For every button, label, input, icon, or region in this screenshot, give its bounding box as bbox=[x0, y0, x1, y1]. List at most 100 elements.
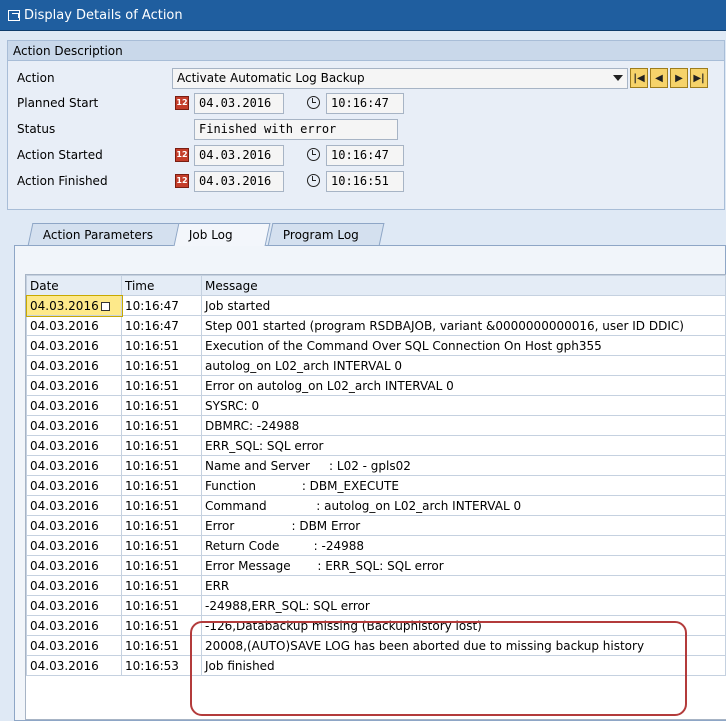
cell-time: 10:16:51 bbox=[121, 535, 202, 556]
cell-date-text: 04.03.2016 bbox=[30, 538, 99, 553]
cell-date: 04.03.2016 bbox=[26, 375, 122, 396]
tab-program-log[interactable]: Program Log bbox=[267, 223, 385, 246]
tab-action-parameters[interactable]: Action Parameters bbox=[27, 223, 181, 246]
cell-message-text: Function : DBM_EXECUTE bbox=[205, 478, 399, 493]
cell-time: 10:16:51 bbox=[121, 555, 202, 576]
cell-time: 10:16:51 bbox=[121, 355, 202, 376]
first-record-button[interactable]: |◀ bbox=[630, 68, 648, 88]
cell-time: 10:16:51 bbox=[121, 455, 202, 476]
table-row[interactable]: 04.03.2016 10:16:51 20008,(AUTO)SAVE LOG h… bbox=[26, 635, 726, 656]
cell-date-text: 04.03.2016 bbox=[30, 458, 99, 473]
table-row[interactable]: 04.03.2016 10:16:51 Return Code : -24988 bbox=[26, 535, 726, 556]
cell-message-text: Command : autolog_on L02_arch INTERVAL 0 bbox=[205, 498, 522, 513]
cell-time-text: 10:16:51 bbox=[125, 358, 179, 373]
cell-time-text: 10:16:53 bbox=[125, 658, 179, 673]
table-row[interactable]: 04.03.2016 10:16:51 Error on autolog_on L0… bbox=[26, 375, 726, 396]
cell-message-text: DBMRC: -24988 bbox=[205, 418, 300, 433]
cell-time-text: 10:16:51 bbox=[125, 378, 179, 393]
cell-date: 04.03.2016 bbox=[26, 335, 122, 356]
cell-date: 04.03.2016 bbox=[26, 595, 122, 616]
cell-time: 10:16:51 bbox=[121, 415, 202, 436]
cell-message: Job finished bbox=[201, 655, 726, 676]
cell-message: DBMRC: -24988 bbox=[201, 415, 726, 436]
cell-message: -24988,ERR_SQL: SQL error bbox=[201, 595, 726, 616]
previous-record-button[interactable]: ◀ bbox=[650, 68, 668, 88]
cell-time: 10:16:51 bbox=[121, 595, 202, 616]
table-row[interactable]: 04.03.2016 10:16:47 Job started bbox=[26, 294, 726, 317]
table-row[interactable]: 04.03.2016 10:16:51 Error Message : ERR_SQ… bbox=[26, 555, 726, 576]
table-row[interactable]: 04.03.2016 10:16:51 DBMRC: -24988 bbox=[26, 415, 726, 436]
cell-date: 04.03.2016 bbox=[26, 555, 122, 576]
cell-time: 10:16:53 bbox=[121, 655, 202, 676]
cell-date: 04.03.2016 bbox=[26, 655, 122, 676]
cell-message: Return Code : -24988 bbox=[201, 535, 726, 556]
table-row[interactable]: 04.03.2016 10:16:51 -24988,ERR_SQL: SQL er… bbox=[26, 595, 726, 616]
planned-start-time-field[interactable]: 10:16:47 bbox=[326, 92, 404, 114]
cell-message-text: Name and Server : L02 - gpls02 bbox=[205, 458, 411, 473]
cell-date-text: 04.03.2016 bbox=[30, 578, 99, 593]
table-row[interactable]: 04.03.2016 10:16:51 ERR bbox=[26, 575, 726, 596]
action-started-date-field[interactable]: 04.03.2016 bbox=[194, 144, 284, 166]
job-log-table-container[interactable]: Date Time Message 04.03.2016 10:16:47 Job … bbox=[25, 274, 726, 720]
dropdown-arrow-icon[interactable] bbox=[613, 75, 623, 81]
cell-message: Step 001 started (program RSDBAJOB, vari… bbox=[201, 315, 726, 336]
cell-date-text: 04.03.2016 bbox=[30, 438, 99, 453]
detail-popup-icon[interactable] bbox=[100, 301, 110, 311]
action-finished-time-field[interactable]: 10:16:51 bbox=[326, 170, 404, 192]
table-row[interactable]: 04.03.2016 10:16:51 ERR_SQL: SQL error bbox=[26, 435, 726, 456]
planned-start-date-field[interactable]: 04.03.2016 bbox=[194, 92, 284, 114]
column-header-time[interactable]: Time bbox=[121, 275, 202, 296]
cell-time-text: 10:16:47 bbox=[125, 298, 179, 313]
table-row[interactable]: 04.03.2016 10:16:51 Execution of the Comma… bbox=[26, 335, 726, 356]
cell-date-text: 04.03.2016 bbox=[30, 338, 99, 353]
cell-message-text: Execution of the Command Over SQL Connec… bbox=[205, 338, 602, 353]
cell-time: 10:16:51 bbox=[121, 495, 202, 516]
cell-date: 04.03.2016 bbox=[26, 495, 122, 516]
cell-time: 10:16:51 bbox=[121, 515, 202, 536]
table-row[interactable]: 04.03.2016 10:16:51 SYSRC: 0 bbox=[26, 395, 726, 416]
cell-message: Error : DBM Error bbox=[201, 515, 726, 536]
calendar-icon[interactable]: 12 bbox=[175, 174, 189, 188]
cell-date: 04.03.2016 bbox=[26, 635, 122, 656]
table-row[interactable]: 04.03.2016 10:16:51 -126,Databackup missin… bbox=[26, 615, 726, 636]
cell-message: -126,Databackup missing (Backuphistory l… bbox=[201, 615, 726, 636]
cell-message-text: Error on autolog_on L02_arch INTERVAL 0 bbox=[205, 378, 454, 393]
job-log-table: Date Time Message 04.03.2016 10:16:47 Job … bbox=[26, 275, 726, 676]
cell-time-text: 10:16:51 bbox=[125, 498, 179, 513]
column-header-date[interactable]: Date bbox=[26, 275, 122, 296]
cell-time-text: 10:16:51 bbox=[125, 438, 179, 453]
cell-date-text: 04.03.2016 bbox=[30, 598, 99, 613]
display-window-icon bbox=[8, 9, 20, 21]
last-record-button[interactable]: ▶| bbox=[690, 68, 708, 88]
cell-date: 04.03.2016 bbox=[26, 575, 122, 596]
action-started-time-field[interactable]: 10:16:47 bbox=[326, 144, 404, 166]
table-row[interactable]: 04.03.2016 10:16:51 Function : DBM_EXECUTE bbox=[26, 475, 726, 496]
table-row[interactable]: 04.03.2016 10:16:47 Step 001 started (prog… bbox=[26, 315, 726, 336]
table-row[interactable]: 04.03.2016 10:16:51 Error : DBM Error bbox=[26, 515, 726, 536]
cell-message-text: autolog_on L02_arch INTERVAL 0 bbox=[205, 358, 402, 373]
cell-date-text: 04.03.2016 bbox=[30, 298, 99, 313]
tab-job-log[interactable]: Job Log bbox=[173, 223, 271, 246]
table-row[interactable]: 04.03.2016 10:16:51 Name and Server : L02 … bbox=[26, 455, 726, 476]
next-record-button[interactable]: ▶ bbox=[670, 68, 688, 88]
cell-time-text: 10:16:51 bbox=[125, 538, 179, 553]
cell-date-text: 04.03.2016 bbox=[30, 358, 99, 373]
action-dropdown[interactable]: Activate Automatic Log Backup bbox=[172, 67, 628, 89]
calendar-icon[interactable]: 12 bbox=[175, 148, 189, 162]
cell-time-text: 10:16:51 bbox=[125, 638, 179, 653]
action-finished-date-field[interactable]: 04.03.2016 bbox=[194, 170, 284, 192]
cell-date-text: 04.03.2016 bbox=[30, 478, 99, 493]
cell-date: 04.03.2016 bbox=[26, 355, 122, 376]
table-row[interactable]: 04.03.2016 10:16:53 Job finished bbox=[26, 655, 726, 676]
calendar-icon[interactable]: 12 bbox=[175, 96, 189, 110]
table-row[interactable]: 04.03.2016 10:16:51 Command : autolog_on L… bbox=[26, 495, 726, 516]
column-header-message[interactable]: Message bbox=[201, 275, 726, 296]
table-row[interactable]: 04.03.2016 10:16:51 autolog_on L02_arch IN… bbox=[26, 355, 726, 376]
cell-message: Command : autolog_on L02_arch INTERVAL 0 bbox=[201, 495, 726, 516]
cell-message-text: 20008,(AUTO)SAVE LOG has been aborted du… bbox=[205, 638, 645, 653]
status-field[interactable]: Finished with error bbox=[194, 118, 398, 140]
cell-time-text: 10:16:51 bbox=[125, 578, 179, 593]
cell-message-text: -126,Databackup missing (Backuphistory l… bbox=[205, 618, 482, 633]
cell-date-text: 04.03.2016 bbox=[30, 498, 99, 513]
action-label: Action bbox=[17, 71, 55, 85]
